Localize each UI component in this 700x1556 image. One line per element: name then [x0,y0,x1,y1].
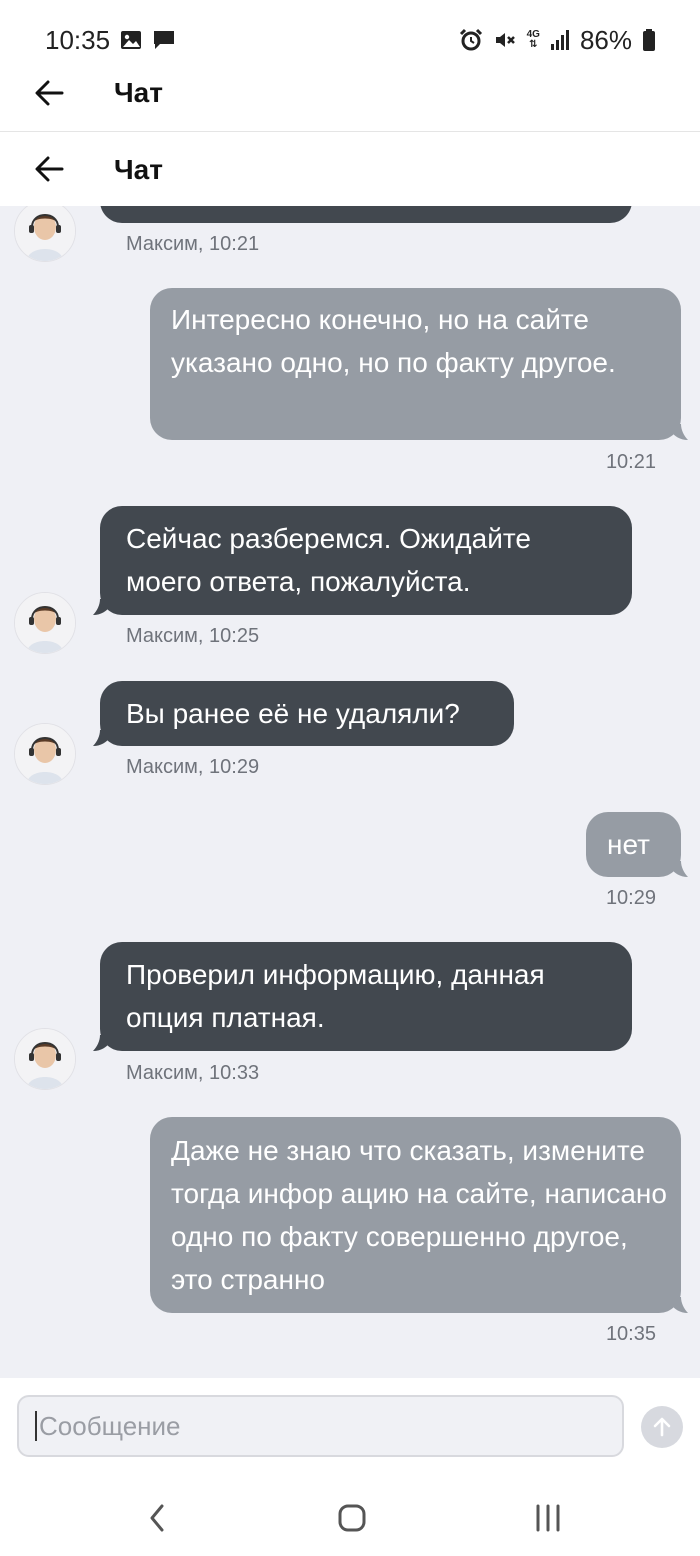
message-incoming [100,206,632,223]
message-outgoing: Интересно конечно, но на сайте указано о… [150,288,681,440]
message-input-placeholder: Сообщение [39,1410,181,1441]
back-button-top[interactable] [32,76,66,110]
page-title: Чат [114,153,163,185]
gallery-icon [120,30,142,50]
mute-icon [493,28,517,52]
message-time: 10:35 [605,1323,656,1345]
chat-header-top: Чат [0,56,700,130]
system-navigation-bar [0,1478,700,1556]
message-meta: Максим, 10:29 [126,756,260,778]
message-text: Проверил информацию, данная опция платна… [126,959,545,1033]
operator-avatar [14,206,76,262]
message-text: Даже не знаю что сказать, измените тогда… [171,1135,667,1295]
back-button[interactable] [32,152,66,186]
arrow-left-icon [35,80,64,106]
message-incoming: Проверил информацию, данная опция платна… [100,942,632,1051]
battery-percentage: 86% [579,24,632,55]
bubble-tail [93,1035,109,1051]
operator-avatar-icon [15,1029,75,1089]
status-time: 10:35 [45,24,111,55]
bubble-tail [93,730,109,746]
send-button[interactable] [641,1406,683,1448]
message-meta: Максим, 10:25 [126,625,260,647]
page-title-top: Чат [114,77,163,108]
alarm-icon [459,28,483,52]
chat-messages[interactable]: Максим, 10:21 Интересно конечно, но на с… [0,206,700,1378]
message-text: Вы ранее её не удаляли? [126,698,460,729]
nav-home-button[interactable] [322,1498,382,1538]
recents-icon [536,1504,560,1532]
message-text: Интересно конечно, но на сайте указано о… [171,304,616,378]
message-incoming: Вы ранее её не удаляли? [100,681,514,746]
operator-avatar-icon [15,206,75,261]
text-cursor [35,1411,37,1441]
operator-avatar [14,723,76,785]
operator-avatar-icon [15,724,75,784]
message-time: 10:21 [605,451,656,473]
message-outgoing: Даже не знаю что сказать, измените тогда… [150,1117,681,1313]
message-outgoing: нет [586,812,681,877]
message-icon [152,29,176,51]
arrow-left-icon [35,156,64,182]
nav-recents-button[interactable] [518,1498,578,1538]
bubble-tail [672,1297,688,1313]
message-input[interactable]: Сообщение [17,1395,624,1457]
operator-avatar [14,592,76,654]
message-meta: Максим, 10:33 [126,1062,260,1084]
bubble-tail [672,861,688,877]
chat-header: Чат [0,131,700,208]
bubble-tail [93,599,109,615]
message-time: 10:29 [605,887,656,909]
arrow-up-icon [653,1417,671,1437]
signal-icon [550,29,570,51]
operator-avatar-icon [15,593,75,653]
bubble-tail [672,424,688,440]
network-4g-icon: 4G ⇅ [526,29,540,50]
message-text: нет [607,829,650,860]
battery-icon [642,28,656,52]
operator-avatar [14,1028,76,1090]
message-text: Сейчас разберемся. Ожидайте моего ответа… [126,523,531,597]
message-composer: Сообщение [0,1378,700,1478]
chevron-left-icon [150,1504,164,1532]
nav-back-button[interactable] [127,1498,187,1538]
message-meta: Максим, 10:21 [126,233,260,255]
home-icon [338,1504,366,1532]
message-incoming: Сейчас разберемся. Ожидайте моего ответа… [100,506,632,615]
